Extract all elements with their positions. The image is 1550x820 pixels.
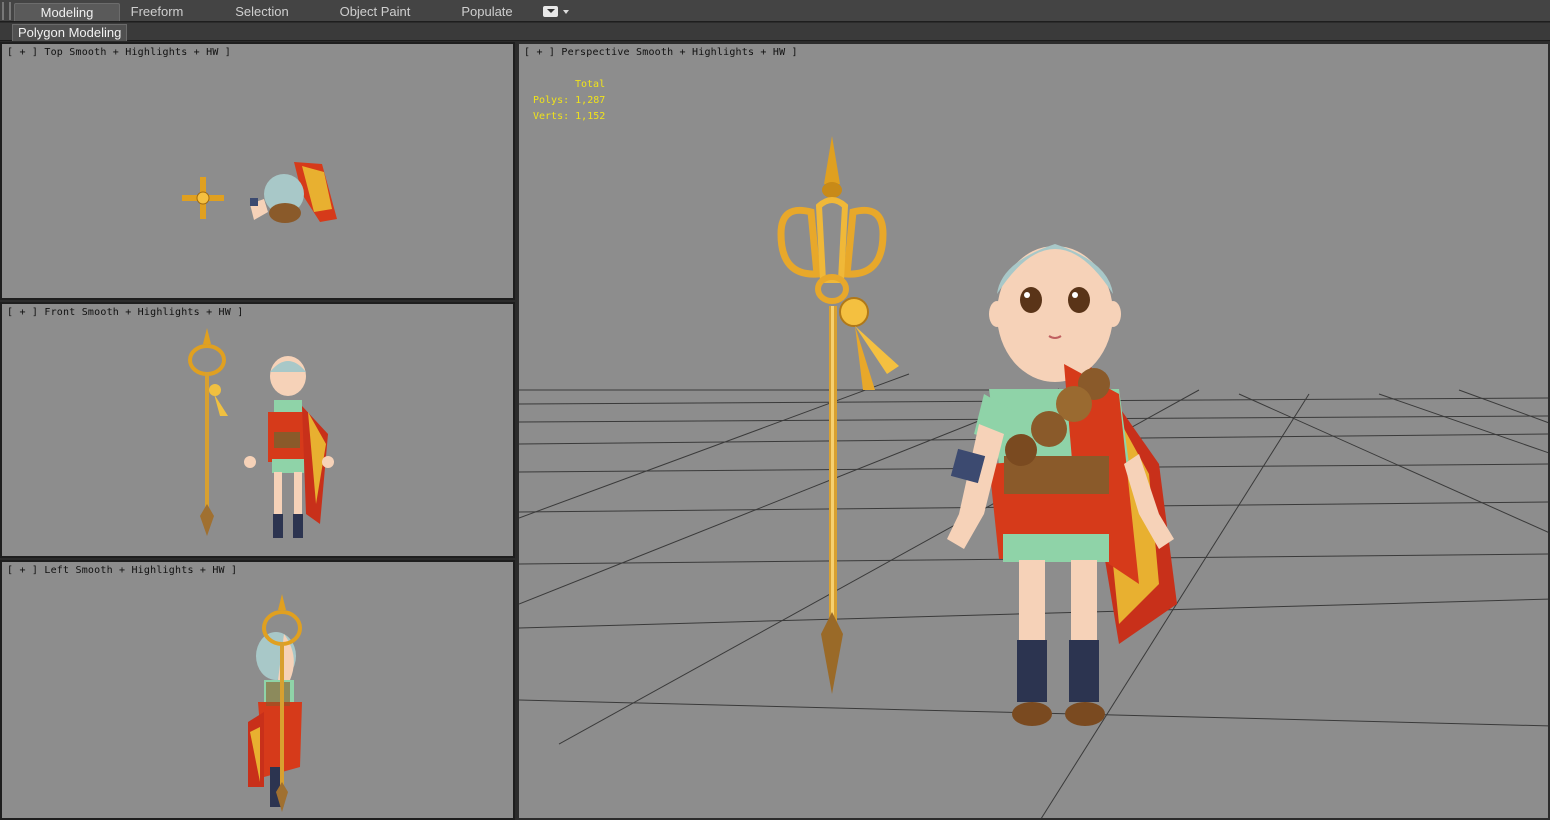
ribbon-panel-bar: Polygon Modeling: [0, 23, 1550, 41]
character-top-icon: [250, 162, 337, 223]
ribbon-options-icon[interactable]: [543, 6, 571, 18]
front-view-render: [188, 328, 334, 538]
character-left-icon: [248, 632, 302, 807]
chevron-down-icon: [563, 10, 569, 14]
staff-front-icon: [188, 328, 228, 536]
top-view-render: [182, 162, 337, 223]
tab-populate[interactable]: Populate: [452, 3, 522, 21]
tab-object-paint[interactable]: Object Paint: [332, 3, 418, 21]
viewport-left[interactable]: [ + ] Left Smooth + Highlights + HW ]: [0, 560, 515, 820]
tab-modeling[interactable]: Modeling: [14, 3, 120, 21]
left-view-render: [248, 594, 302, 812]
ribbon-tab-bar: Modeling Freeform Selection Object Paint…: [0, 0, 1550, 22]
perspective-view-render: [519, 136, 1548, 818]
dropdown-box-icon: [543, 6, 558, 17]
viewport-perspective[interactable]: [ + ] Perspective Smooth + Highlights + …: [517, 42, 1550, 820]
ribbon-grip-handle[interactable]: [2, 2, 11, 20]
character-icon: [947, 244, 1177, 726]
viewport-top[interactable]: [ + ] Top Smooth + Highlights + HW ]: [0, 42, 515, 300]
tab-selection[interactable]: Selection: [226, 3, 298, 21]
tab-freeform[interactable]: Freeform: [122, 3, 192, 21]
staff-top-icon: [182, 177, 224, 219]
character-front-icon: [244, 356, 334, 538]
polygon-modeling-panel-tab[interactable]: Polygon Modeling: [12, 24, 128, 41]
viewport-front[interactable]: [ + ] Front Smooth + Highlights + HW ]: [0, 302, 515, 558]
